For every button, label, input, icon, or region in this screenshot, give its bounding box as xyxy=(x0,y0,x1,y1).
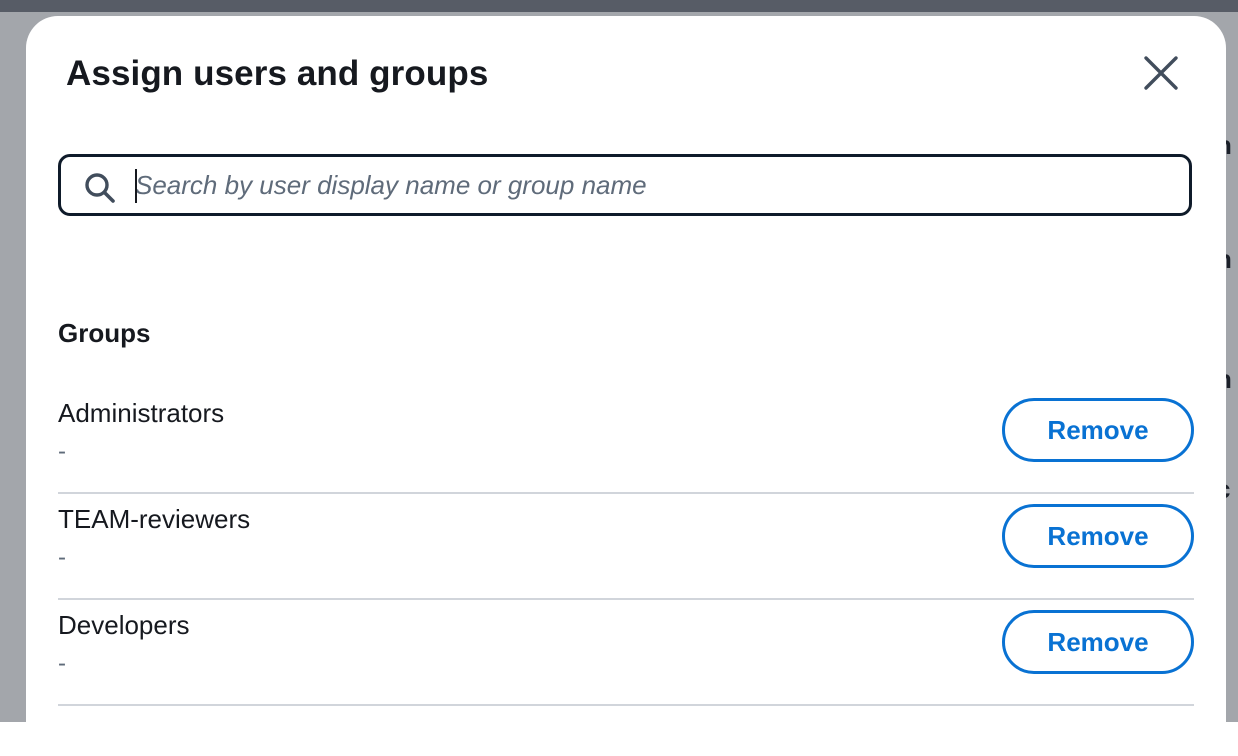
group-name: Administrators xyxy=(58,398,225,428)
search-field[interactable] xyxy=(58,154,1192,216)
group-name: Developers xyxy=(58,610,190,640)
group-name: TEAM-reviewers xyxy=(58,504,251,534)
close-icon xyxy=(1144,56,1178,90)
group-description: - xyxy=(58,650,66,677)
modal-title: Assign users and groups xyxy=(66,54,489,93)
group-row-team-reviewers: TEAM-reviewers - Remove xyxy=(58,494,1194,600)
group-description: - xyxy=(58,544,66,571)
search-icon xyxy=(85,173,115,203)
remove-button[interactable]: Remove xyxy=(1002,504,1194,568)
assign-users-groups-modal: Assign users and groups Groups Administr… xyxy=(26,16,1226,756)
group-description: - xyxy=(58,438,66,465)
remove-button[interactable]: Remove xyxy=(1002,398,1194,462)
remove-button[interactable]: Remove xyxy=(1002,610,1194,674)
group-row-administrators: Administrators - Remove xyxy=(58,388,1194,494)
text-caret xyxy=(135,169,137,203)
group-list: Administrators - Remove TEAM-reviewers -… xyxy=(58,388,1194,706)
search-input[interactable] xyxy=(135,163,1175,207)
group-row-developers: Developers - Remove xyxy=(58,600,1194,706)
close-button[interactable] xyxy=(1136,48,1186,98)
groups-heading: Groups xyxy=(58,318,151,348)
